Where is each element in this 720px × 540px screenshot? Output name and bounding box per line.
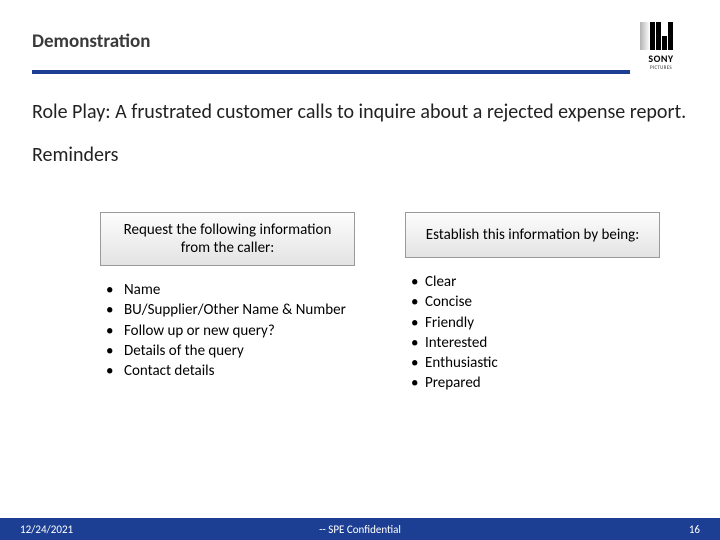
footer-page: 16: [689, 523, 700, 536]
reminders-label: Reminders: [32, 143, 688, 167]
list-item: •BU/Supplier/Other Name & Number: [106, 300, 349, 320]
left-column: Request the following information from t…: [100, 212, 355, 404]
body-text: Role Play: A frustrated customer calls t…: [32, 100, 688, 167]
list-item: •Follow up or new query?: [106, 321, 349, 341]
list-item: •Concise: [411, 292, 654, 312]
list-item: •Friendly: [411, 313, 654, 333]
right-heading: Establish this information by being:: [405, 212, 660, 258]
logo-sub: PICTURES: [650, 65, 672, 71]
header-rule: [32, 70, 630, 74]
slide-title: Demonstration: [32, 30, 688, 53]
left-heading: Request the following information from t…: [100, 212, 355, 266]
right-list: •Clear •Concise •Friendly •Interested •E…: [405, 258, 660, 404]
list-item: •Name: [106, 280, 349, 300]
footer-confidential: -- SPE Confidential: [0, 523, 720, 536]
list-item: •Enthusiastic: [411, 353, 654, 373]
logo-bars-icon: [650, 22, 673, 50]
logo-brand: SONY: [648, 52, 673, 65]
list-item: •Contact details: [106, 361, 349, 381]
sony-logo: SONY PICTURES: [634, 22, 688, 64]
slide: Demonstration SONY PICTURES Role Play: A…: [0, 0, 720, 540]
right-column: Establish this information by being: •Cl…: [405, 212, 660, 404]
list-item: •Prepared: [411, 373, 654, 393]
footer-date: 12/24/2021: [20, 523, 73, 536]
header: Demonstration: [32, 30, 688, 53]
footer-bar: 12/24/2021 -- SPE Confidential 16: [0, 518, 720, 540]
content-columns: Request the following information from t…: [100, 212, 660, 404]
list-item: •Details of the query: [106, 341, 349, 361]
list-item: •Interested: [411, 333, 654, 353]
left-list: •Name •BU/Supplier/Other Name & Number •…: [100, 266, 355, 391]
list-item: •Clear: [411, 272, 654, 292]
scenario-text: Role Play: A frustrated customer calls t…: [32, 100, 688, 125]
